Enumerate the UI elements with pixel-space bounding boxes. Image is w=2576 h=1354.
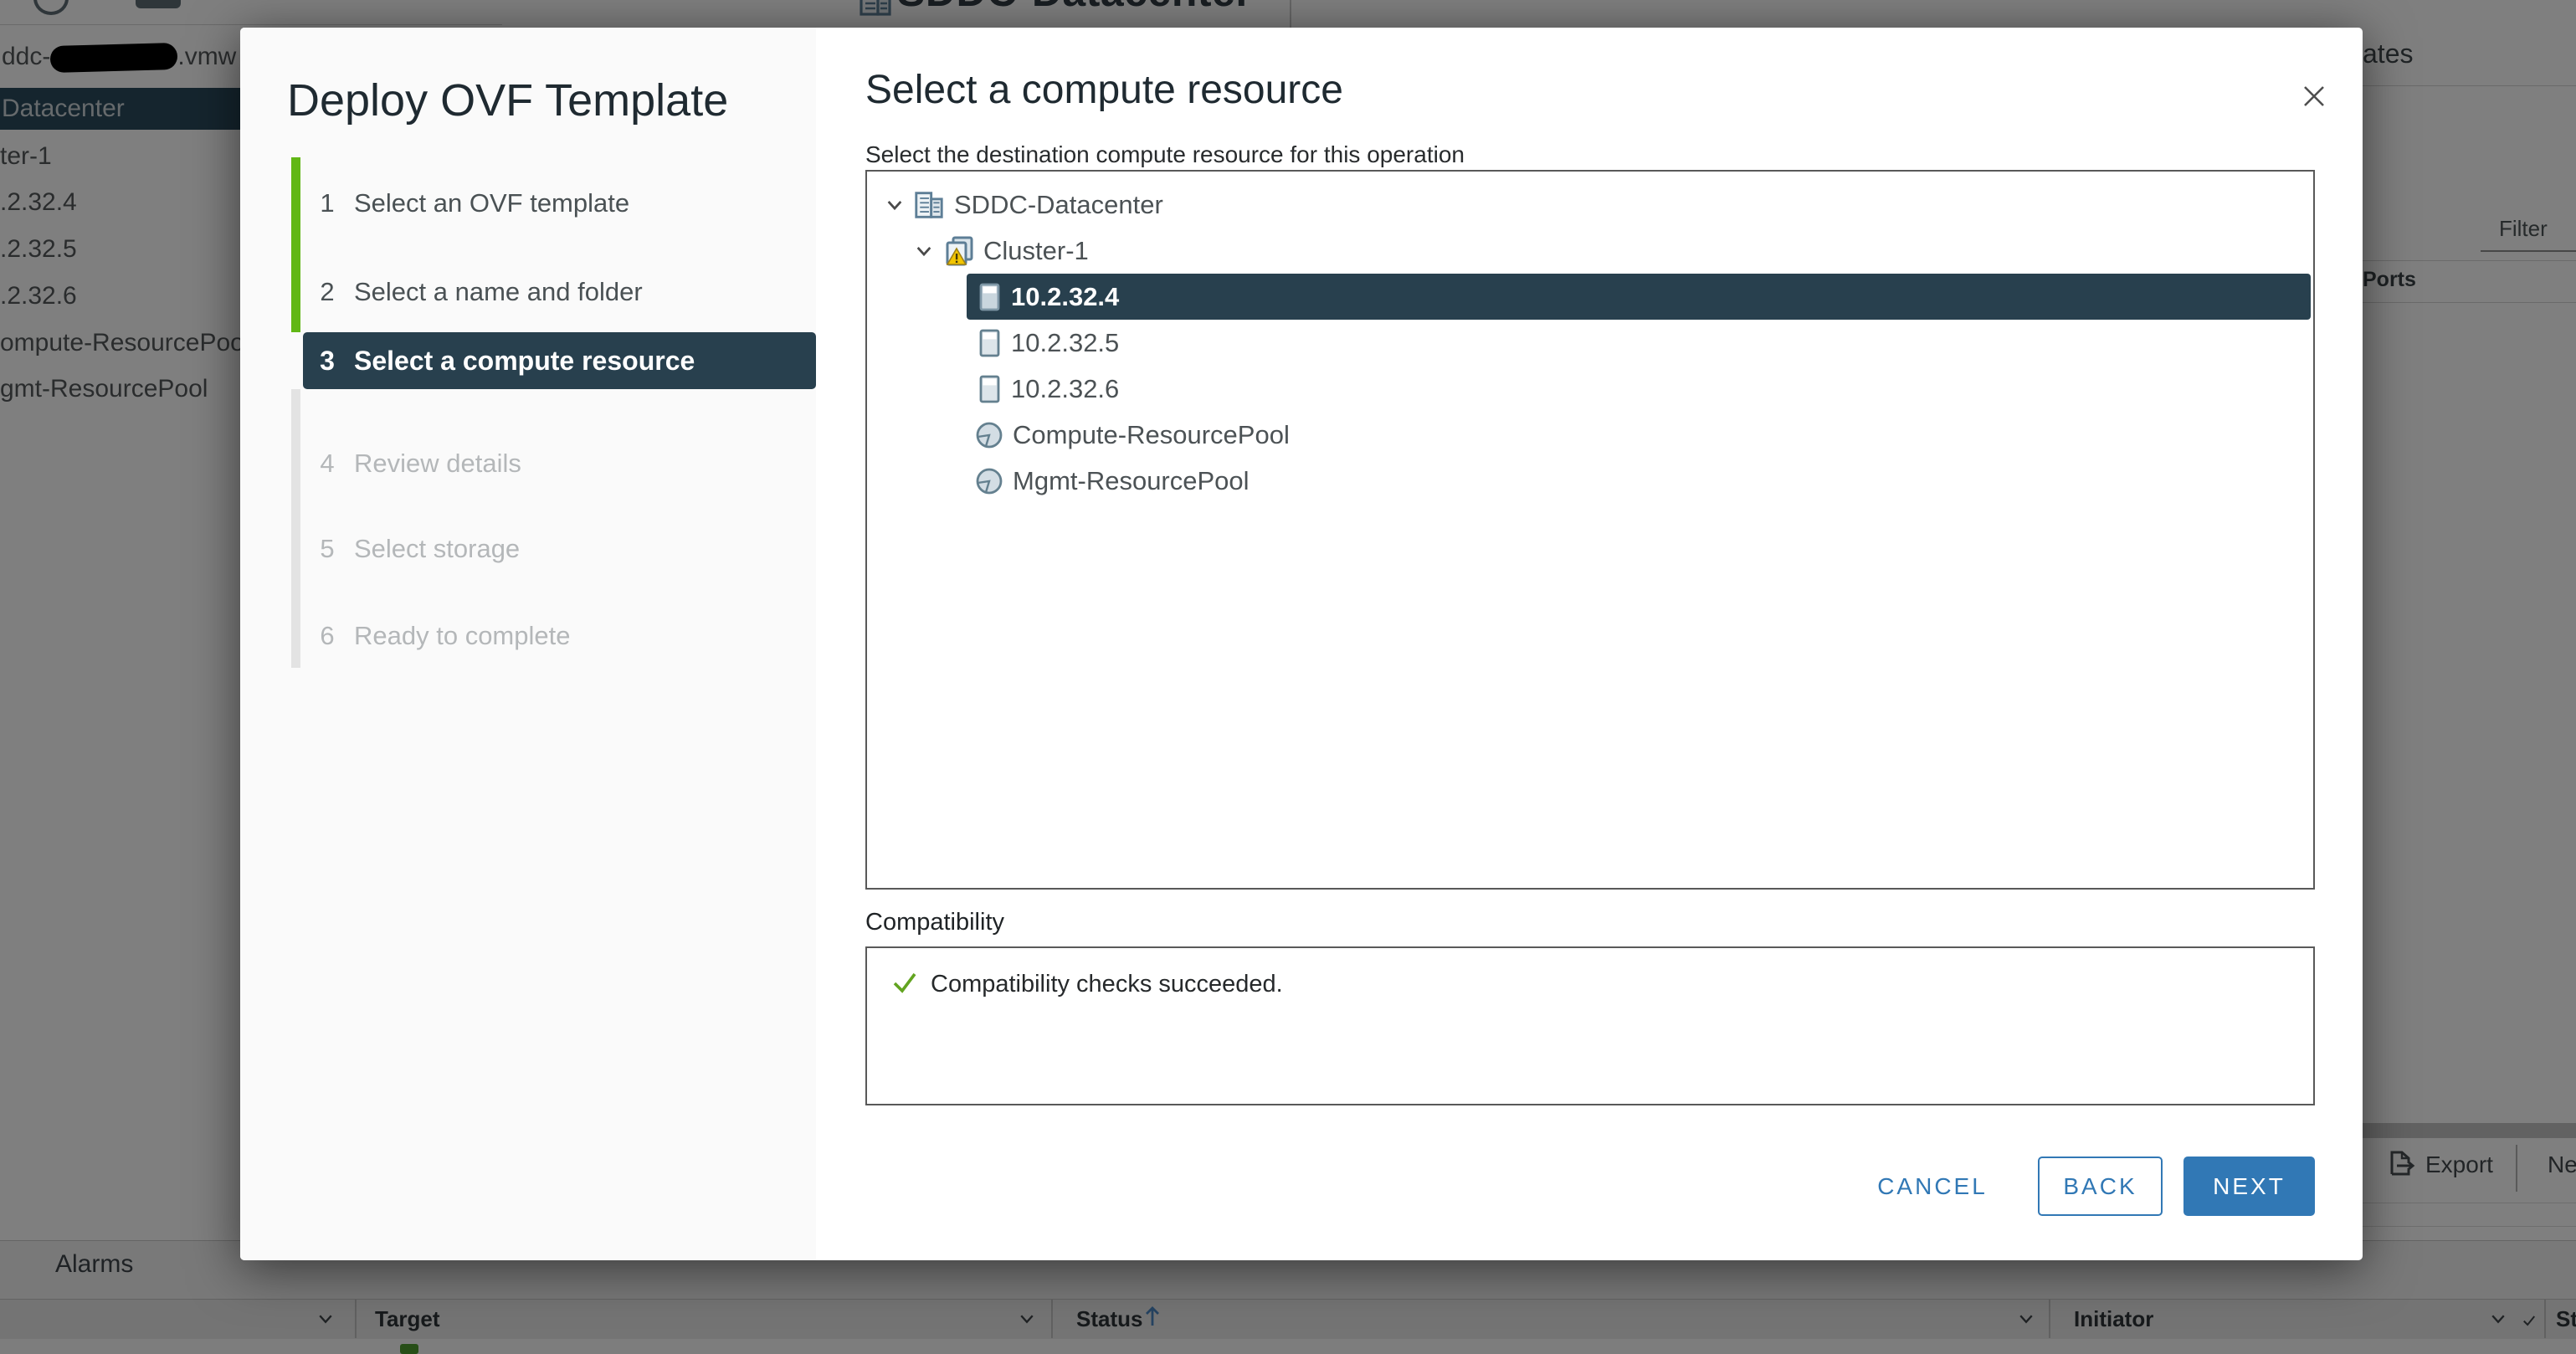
resource-pool-icon <box>975 421 1003 449</box>
success-check-icon <box>890 968 919 997</box>
cluster-warning-icon <box>943 235 975 267</box>
next-button[interactable]: NEXT <box>2183 1157 2315 1216</box>
wizard-progress-todo <box>291 389 300 668</box>
back-button[interactable]: BACK <box>2038 1157 2163 1216</box>
wizard-step-2[interactable]: 2 Select a name and folder <box>303 275 805 309</box>
deploy-ovf-template-dialog: Deploy OVF Template 1 Select an OVF temp… <box>240 28 2363 1260</box>
tree-item-compute-resourcepool[interactable]: Compute-ResourcePool <box>867 412 2313 458</box>
wizard-step-4[interactable]: 4 Review details <box>303 447 805 480</box>
vsphere-client-screen: ddc-.vmw Datacenter ter-1 .2.32.4 .2.32.… <box>0 0 2576 1354</box>
compatibility-box: Compatibility checks succeeded. <box>865 946 2315 1105</box>
close-button[interactable] <box>2300 82 2328 110</box>
compatibility-label: Compatibility <box>865 909 1004 936</box>
tree-item-host-10-2-32-4-selected[interactable]: 10.2.32.4 <box>967 274 2311 320</box>
close-icon <box>2300 82 2328 110</box>
page-title: Select a compute resource <box>865 67 1343 113</box>
host-icon <box>979 283 1000 311</box>
compatibility-message: Compatibility checks succeeded. <box>931 971 1283 998</box>
wizard-step-6[interactable]: 6 Ready to complete <box>303 619 805 653</box>
host-icon <box>979 329 1000 357</box>
cancel-button[interactable]: CANCEL <box>1857 1157 2008 1216</box>
page-subtitle: Select the destination compute resource … <box>865 141 1465 168</box>
tree-item-cluster[interactable]: Cluster-1 <box>867 228 2313 274</box>
wizard-progress-done <box>291 157 300 332</box>
tree-item-datacenter[interactable]: SDDC-Datacenter <box>867 182 2313 228</box>
wizard-step-5[interactable]: 5 Select storage <box>303 532 805 566</box>
tree-item-host-10-2-32-6[interactable]: 10.2.32.6 <box>867 366 2313 412</box>
resource-pool-icon <box>975 467 1003 495</box>
wizard-step-3-active[interactable]: 3 Select a compute resource <box>303 332 816 389</box>
tree-item-mgmt-resourcepool[interactable]: Mgmt-ResourcePool <box>867 458 2313 504</box>
wizard-step-1[interactable]: 1 Select an OVF template <box>303 187 805 220</box>
chevron-down-icon[interactable] <box>913 240 935 262</box>
datacenter-icon <box>914 191 944 219</box>
chevron-down-icon[interactable] <box>884 194 906 216</box>
compute-resource-tree: SDDC-Datacenter Cluster-1 <box>865 170 2315 890</box>
tree-item-host-10-2-32-5[interactable]: 10.2.32.5 <box>867 320 2313 366</box>
host-icon <box>979 375 1000 403</box>
wizard-title: Deploy OVF Template <box>287 74 728 126</box>
